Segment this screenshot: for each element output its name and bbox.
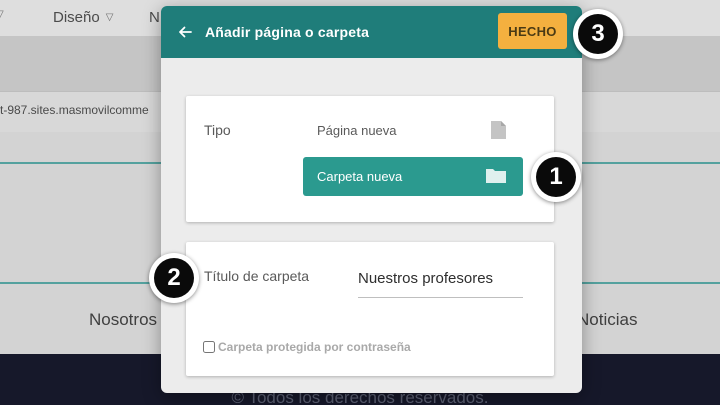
- option-label: Carpeta nueva: [317, 169, 403, 184]
- folder-title-input[interactable]: [358, 264, 523, 298]
- password-protect-option[interactable]: Carpeta protegida por contraseña: [203, 340, 411, 354]
- password-protect-checkbox[interactable]: [203, 341, 215, 353]
- option-new-folder[interactable]: Carpeta nueva: [303, 157, 523, 196]
- type-card: Tipo Página nueva Carpeta nueva: [186, 96, 554, 222]
- type-label: Tipo: [204, 122, 231, 138]
- password-protect-label: Carpeta protegida por contraseña: [218, 340, 411, 354]
- nav-item-label: Diseño: [53, 9, 100, 26]
- folder-title-card: Título de carpeta Carpeta protegida por …: [186, 242, 554, 376]
- dialog-header: Añadir página o carpeta HECHO: [161, 6, 582, 58]
- add-page-or-folder-dialog: Añadir página o carpeta HECHO Tipo Págin…: [161, 6, 582, 393]
- step-marker-3: 3: [573, 9, 623, 59]
- back-button[interactable]: [173, 20, 197, 44]
- nav-item-next[interactable]: N: [149, 9, 160, 26]
- folder-title-label: Título de carpeta: [204, 268, 310, 284]
- option-label: Página nueva: [317, 123, 397, 138]
- menu-link-nosotros[interactable]: Nosotros: [89, 310, 157, 330]
- dialog-title: Añadir página o carpeta: [205, 24, 370, 40]
- chevron-down-icon: ▽: [0, 9, 4, 20]
- step-number: 1: [536, 157, 576, 197]
- file-icon: [491, 121, 506, 139]
- step-number: 3: [578, 14, 618, 54]
- step-number: 2: [154, 258, 194, 298]
- step-marker-2: 2: [149, 253, 199, 303]
- folder-icon: [486, 169, 506, 183]
- chevron-down-icon: ▽: [105, 12, 114, 23]
- nav-item-diseno[interactable]: Diseño ▽: [53, 9, 113, 26]
- nav-item-partial[interactable]: ▽: [0, 9, 4, 20]
- step-marker-1: 1: [531, 152, 581, 202]
- arrow-left-icon: [179, 26, 192, 38]
- nav-item-label: N: [149, 9, 160, 26]
- option-new-page[interactable]: Página nueva: [303, 111, 523, 150]
- done-button[interactable]: HECHO: [498, 13, 567, 49]
- menu-link-noticias[interactable]: Noticias: [577, 310, 637, 330]
- site-url: t-987.sites.masmovilcomme: [0, 103, 149, 117]
